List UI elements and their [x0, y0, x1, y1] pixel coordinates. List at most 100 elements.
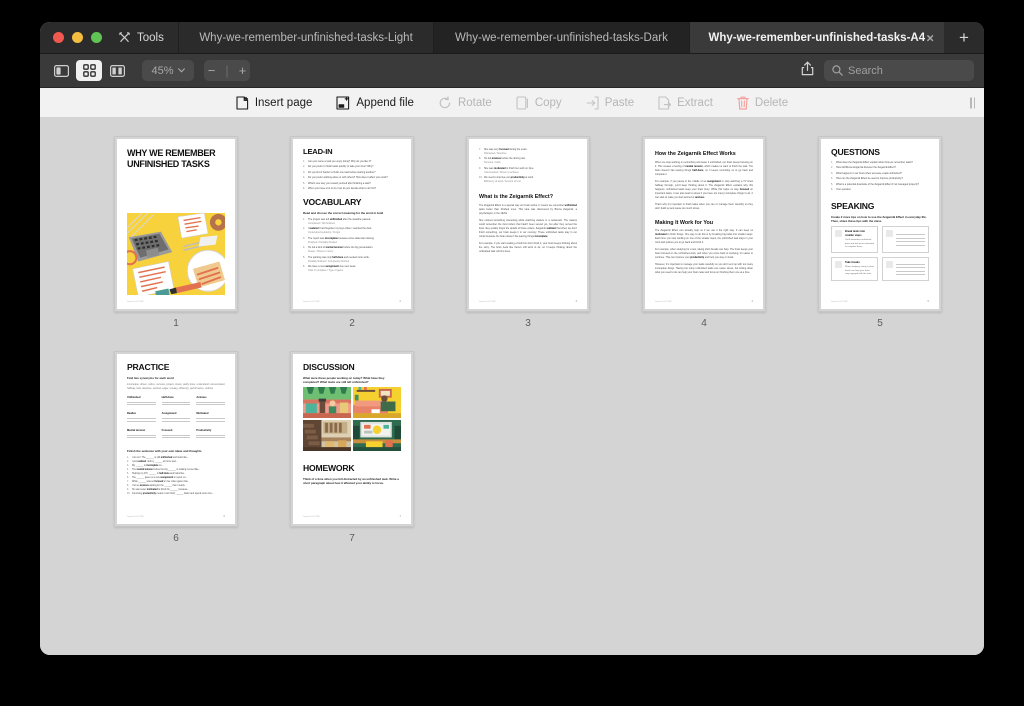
page-footer: Lesson 4 of 7 PDF 4 [655, 300, 753, 304]
facing-pages-button[interactable] [104, 60, 130, 81]
list-item: We need to improve our productivity at w… [479, 176, 534, 184]
copy-icon [516, 95, 528, 110]
close-tab-button[interactable]: × [926, 31, 934, 44]
section-heading: QUESTIONS [831, 147, 880, 157]
tools-icon [119, 32, 130, 43]
thumbnail-grid-button[interactable] [76, 60, 102, 81]
section-subtitle: Find two synonyms for each word [127, 375, 174, 380]
page-cell[interactable]: DISCUSSION What were these people workin… [264, 351, 440, 544]
zoom-level-value: 45% [151, 64, 174, 77]
thumbnail-canvas[interactable]: WHY WE REMEMBER UNFINISHED TASKS Lesson … [40, 118, 984, 655]
list-item: Do you prefer to finish tasks quickly or… [303, 165, 374, 169]
office-desk-scene-image [353, 420, 401, 452]
synonym-cell: Anxious [196, 396, 226, 407]
section-subtitle: Think of a time when you felt distracted… [303, 476, 399, 485]
page-cell[interactable]: PRACTICE Find two synonyms for each word… [88, 351, 264, 544]
page-cell[interactable]: QUESTIONS What does the Zeigarnik Effect… [792, 136, 968, 329]
tools-button[interactable]: Tools [114, 22, 178, 53]
list-item: He felt anxious before the driving test.… [479, 157, 526, 165]
app-window: Tools Why-we-remember-unfinished-tasks-L… [40, 22, 984, 655]
rotate-label: Rotate [457, 96, 492, 109]
page-footer: Lesson 4 of 7 PDF 7 [303, 515, 401, 519]
speaking-row: Take breaks When studying, taking a shor… [831, 257, 929, 282]
search-icon [832, 65, 843, 76]
extract-label: Extract [677, 96, 713, 109]
page-thumbnail-4[interactable]: How the Zeigarnik Effect Works When we s… [642, 136, 766, 312]
page-thumbnail-2[interactable]: LEAD-IN Can you name a task you enjoy do… [290, 136, 414, 312]
page-thumbnail-3[interactable]: She was very focused during the exam. Dis… [466, 136, 590, 312]
page-cell[interactable]: LEAD-IN Can you name a task you enjoy do… [264, 136, 440, 329]
share-button[interactable] [801, 61, 814, 81]
page-number-label: 3 [525, 318, 531, 329]
search-field[interactable]: Search [824, 60, 974, 81]
page-thumbnail-1[interactable]: WHY WE REMEMBER UNFINISHED TASKS Lesson … [114, 136, 238, 312]
delete-button[interactable]: Delete [737, 96, 788, 110]
article-paragraph: For example, if you start reading a book… [479, 241, 577, 253]
page-thumbnail-6[interactable]: PRACTICE Find two synonyms for each word… [114, 351, 238, 527]
extract-button[interactable]: Extract [658, 95, 713, 110]
discussion-image-grid [303, 387, 401, 452]
zoom-level-dropdown[interactable]: 45% [142, 60, 194, 81]
zoom-in-button[interactable]: + [234, 64, 252, 77]
article-paragraph: She noticed something interesting while … [479, 218, 577, 238]
minimize-window-button[interactable] [72, 32, 83, 43]
page-number-label: 4 [701, 318, 707, 329]
tab-a4[interactable]: Why-we-remember-unfinished-tasks-A4 × [688, 22, 944, 53]
list-item: Can you name a task you enjoy doing? Why… [303, 159, 372, 164]
append-file-button[interactable]: Append file [336, 95, 414, 110]
synonym-cell: Realize [127, 412, 156, 423]
paste-label: Paste [604, 96, 635, 109]
paste-icon [586, 95, 599, 110]
page-cell[interactable]: How the Zeigarnik Effect Works When we s… [616, 136, 792, 329]
tip-number-badge [886, 261, 893, 269]
footer-left: Lesson 4 of 7 PDF [831, 300, 848, 303]
footer-left: Lesson 4 of 7 PDF [303, 515, 320, 518]
chevron-down-icon [177, 68, 185, 73]
tab-light[interactable]: Why-we-remember-unfinished-tasks-Light [177, 22, 434, 53]
page-thumbnail-7[interactable]: DISCUSSION What were these people workin… [290, 351, 414, 527]
page-cell[interactable]: She was very focused during the exam. Dis… [440, 136, 616, 329]
rotate-button[interactable]: Rotate [438, 95, 492, 110]
article-heading: How the Zeigarnik Effect Works [655, 151, 736, 157]
trash-icon [737, 96, 749, 110]
tab-dark[interactable]: Why-we-remember-unfinished-tasks-Dark [433, 22, 689, 53]
list-item: The project was left unfinished after th… [303, 217, 371, 225]
section-heading: PRACTICE [127, 362, 170, 372]
thumbnail-grid-icon [82, 64, 96, 77]
list-item: I realized I had forgotten my keys when … [303, 227, 372, 235]
rotate-icon [439, 95, 451, 108]
close-window-button[interactable] [53, 32, 64, 43]
tab-label: Why-we-remember-unfinished-tasks-Dark [455, 31, 668, 44]
synonym-word: Focused [161, 428, 173, 432]
living-room-scene-image [353, 387, 401, 419]
page-thumbnail-5[interactable]: QUESTIONS What does the Zeigarnik Effect… [818, 136, 942, 312]
list-item: What's one way you reward yourself after… [303, 181, 371, 186]
article-paragraph: The Zeigarnik Effect can actually help u… [655, 229, 753, 245]
sentence-completion-list: I do not / The ______ is still unfinishe… [127, 456, 225, 496]
insert-page-button[interactable]: Insert page [236, 95, 312, 110]
sidebar-toggle-button[interactable] [48, 60, 74, 81]
drag-handle-icon[interactable] [970, 97, 975, 108]
page-number-label: 5 [877, 318, 883, 329]
zoom-stepper[interactable]: − | + [204, 60, 250, 81]
page-surface: LEAD-IN Can you name a task you enjoy do… [293, 139, 411, 309]
search-placeholder: Search [848, 64, 883, 77]
questions-list: What does the Zeigarnik Effect explain a… [831, 161, 929, 193]
footer-page-number: 7 [399, 514, 401, 518]
stepper-divider: | [225, 63, 229, 78]
view-toolbar: 45% − | + Search [40, 54, 984, 88]
zoom-out-button[interactable]: − [203, 64, 221, 77]
page-footer: Lesson 4 of 7 PDF 3 [479, 300, 577, 304]
page-footer: Lesson 4 of 7 PDF [127, 301, 225, 304]
article-paragraph: For example, when studying for a test, t… [655, 248, 753, 260]
copy-button[interactable]: Copy [516, 95, 562, 110]
paste-button[interactable]: Paste [586, 95, 635, 110]
share-icon [801, 61, 814, 75]
delete-label: Delete [754, 96, 789, 109]
new-tab-button[interactable]: + [943, 22, 984, 53]
synonym-word: Motivated [196, 412, 209, 416]
zoom-window-button[interactable] [91, 32, 102, 43]
page-cell[interactable]: WHY WE REMEMBER UNFINISHED TASKS Lesson … [88, 136, 264, 329]
synonym-word: Half-done [161, 395, 174, 399]
section-heading: SPEAKING [831, 201, 875, 212]
